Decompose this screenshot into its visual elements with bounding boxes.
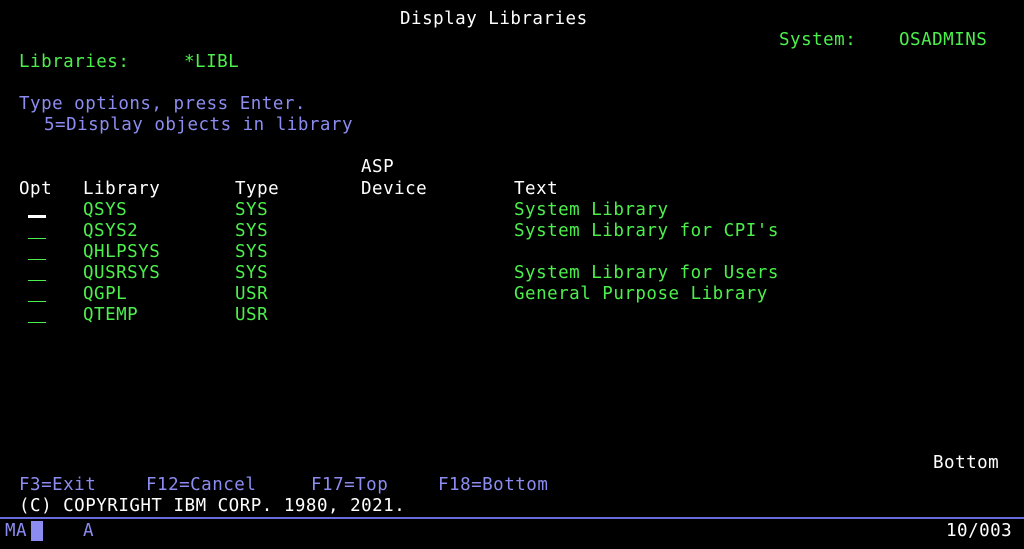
column-header-opt: Opt — [19, 179, 53, 199]
library-text: General Purpose Library — [514, 284, 768, 304]
option-input[interactable] — [28, 284, 46, 302]
f17-top-key[interactable]: F17=Top — [311, 475, 388, 496]
system-name: OSADMINS — [899, 30, 988, 50]
library-type: USR — [235, 284, 269, 304]
more-indicator: Bottom — [933, 453, 1000, 473]
system-label: System: — [779, 30, 857, 50]
text-cursor — [31, 521, 43, 541]
libraries-value: *LIBL — [184, 52, 240, 72]
f3-exit-key[interactable]: F3=Exit — [19, 475, 96, 496]
library-text: System Library for CPI's — [514, 221, 779, 241]
library-name: QTEMP — [83, 305, 139, 325]
libraries-label: Libraries: — [19, 52, 130, 72]
status-divider — [0, 517, 1024, 519]
option-input[interactable] — [28, 263, 46, 281]
option-input[interactable] — [28, 305, 46, 323]
library-name: QSYS2 — [83, 221, 139, 241]
column-header-library: Library — [83, 179, 161, 199]
f12-cancel-key[interactable]: F12=Cancel — [146, 475, 256, 496]
library-name: QSYS — [83, 200, 128, 220]
option-legend: 5=Display objects in library — [44, 115, 354, 135]
instruction-line: Type options, press Enter. — [19, 94, 306, 114]
copyright-message: (C) COPYRIGHT IBM CORP. 1980, 2021. — [19, 496, 406, 516]
status-mode: MA — [5, 521, 28, 541]
cursor-position: 10/003 — [946, 521, 1013, 541]
library-name: QUSRSYS — [83, 263, 161, 283]
option-input[interactable] — [28, 221, 46, 239]
library-type: SYS — [235, 200, 269, 220]
column-header-text: Text — [514, 179, 559, 199]
library-text: System Library — [514, 200, 669, 220]
option-input[interactable] — [28, 242, 46, 260]
library-name: QGPL — [83, 284, 128, 304]
status-indicator: A — [83, 521, 95, 541]
library-type: SYS — [235, 221, 269, 241]
library-name: QHLPSYS — [83, 242, 161, 262]
column-header-type: Type — [235, 179, 280, 199]
library-text: System Library for Users — [514, 263, 779, 283]
f18-bottom-key[interactable]: F18=Bottom — [438, 475, 548, 496]
column-header-asp: ASP — [361, 157, 395, 177]
library-type: SYS — [235, 242, 269, 262]
option-input[interactable] — [28, 200, 46, 218]
page-title: Display Libraries — [400, 9, 588, 29]
column-header-device: Device — [361, 179, 428, 199]
library-type: USR — [235, 305, 269, 325]
library-type: SYS — [235, 263, 269, 283]
